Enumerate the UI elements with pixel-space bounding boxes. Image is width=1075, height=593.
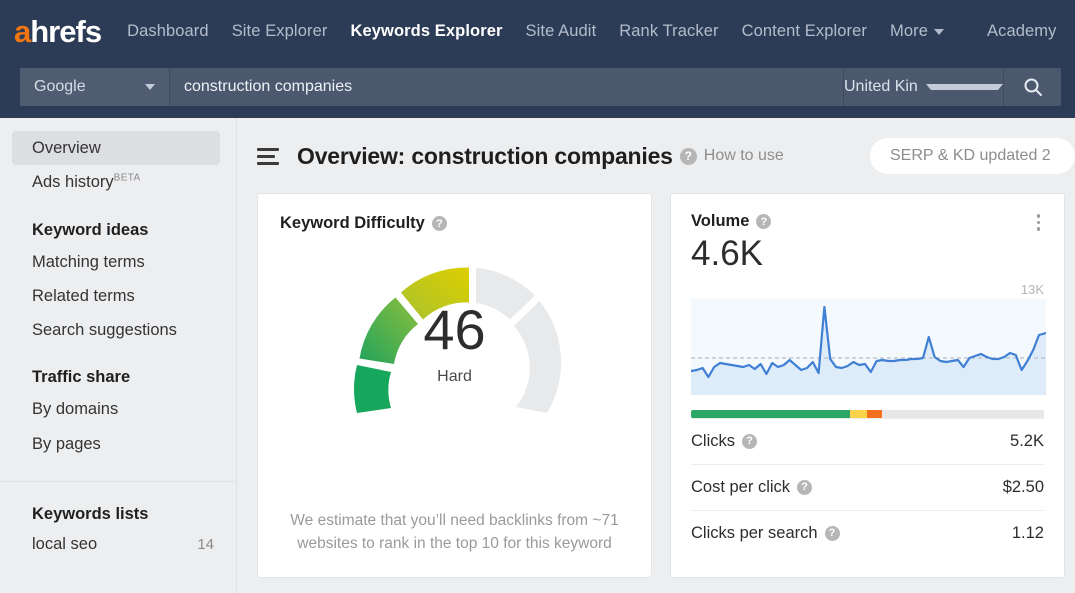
search-engine-label: Google <box>34 77 86 95</box>
search-row: Google construction companies United Kin… <box>0 63 1075 118</box>
chevron-down-icon <box>925 83 1003 90</box>
keyword-list-count: 14 <box>197 535 214 553</box>
keyword-difficulty-gauge: 46 Hard <box>280 245 629 420</box>
gauge-segment-1 <box>353 365 391 413</box>
help-icon[interactable]: ? <box>797 479 813 495</box>
search-engine-select[interactable]: Google <box>20 67 170 106</box>
gauge-segment-4 <box>475 267 535 320</box>
logo-text: hrefs <box>30 13 102 49</box>
metric-label-group: Clicks per search ? <box>691 524 847 543</box>
gauge-chart <box>353 267 561 413</box>
sidebar-item-by-domains[interactable]: By domains <box>12 392 220 426</box>
how-to-use-link[interactable]: How to use <box>704 147 784 165</box>
nav-item-rank-tracker[interactable]: Rank Tracker <box>619 22 718 41</box>
keyword-search-input[interactable]: construction companies <box>170 67 843 106</box>
metric-label: Clicks per search <box>691 523 818 542</box>
chevron-down-icon <box>934 28 945 35</box>
sidebar-item-local-seo[interactable]: local seo 14 <box>0 529 236 560</box>
keyword-list-name: local seo <box>32 534 98 553</box>
help-icon[interactable]: ? <box>742 433 757 449</box>
sidebar-item-label: Ads history <box>32 173 114 192</box>
nav-item-more[interactable]: More <box>890 22 945 41</box>
nav-item-site-explorer[interactable]: Site Explorer <box>232 22 328 41</box>
search-icon <box>1024 78 1042 96</box>
sidebar: Overview Ads historyBETA Keyword ideas M… <box>0 118 237 593</box>
sidebar-heading-keyword-ideas: Keyword ideas <box>32 220 149 239</box>
gauge-segment-3 <box>400 267 469 320</box>
metric-label-group: Cost per click ? <box>691 478 819 497</box>
search-button[interactable] <box>1003 67 1061 106</box>
clicks-distribution-bar <box>691 409 1044 418</box>
ahrefs-logo[interactable]: ahrefs <box>14 13 102 50</box>
volume-title: Volume ? <box>691 212 778 231</box>
sidebar-item-search-suggestions[interactable]: Search suggestions <box>12 313 220 347</box>
metric-row-cost-per-click: Cost per click ? $2.50 <box>691 463 1044 510</box>
page-title: Overview: construction companies <box>297 142 673 169</box>
sidebar-item-by-pages[interactable]: By pages <box>12 427 220 461</box>
metric-label: Cost per click <box>691 477 791 496</box>
metric-value: 5.2K <box>1010 431 1044 450</box>
gauge-segment-2 <box>359 297 418 364</box>
nav-item-academy[interactable]: Academy <box>987 22 1056 41</box>
metric-value: 1.12 <box>1011 523 1044 542</box>
page-header: Overview: construction companies ? How t… <box>257 134 1075 178</box>
nav-item-dashboard[interactable]: Dashboard <box>127 22 209 41</box>
volume-card-header: Volume ? 4.6K <box>691 212 1044 274</box>
sidebar-item-related-terms[interactable]: Related terms <box>12 279 220 313</box>
help-icon[interactable]: ? <box>824 525 840 541</box>
sidebar-item-ads-history[interactable]: Ads historyBETA <box>12 165 220 199</box>
clicks-bar-remaining <box>881 409 1044 418</box>
gauge-segment-5 <box>513 301 561 413</box>
metric-row-clicks-per-search: Clicks per search ? 1.12 <box>691 509 1044 556</box>
metric-row-clicks: Clicks ? 5.2K <box>691 417 1044 464</box>
card-title-label: Keyword Difficulty <box>280 214 425 232</box>
card-title-label: Volume <box>691 212 750 230</box>
sidebar-item-overview[interactable]: Overview <box>12 131 220 166</box>
nav-item-content-explorer[interactable]: Content Explorer <box>742 22 867 41</box>
sparkline-svg <box>689 298 1048 395</box>
beta-badge: BETA <box>113 172 141 184</box>
keyword-difficulty-title: Keyword Difficulty ? <box>280 214 629 233</box>
sidebar-item-matching-terms[interactable]: Matching terms <box>12 245 220 279</box>
metric-label: Clicks <box>691 431 735 450</box>
sidebar-heading-keywords-lists: Keywords lists <box>32 504 149 523</box>
page-body: Overview Ads historyBETA Keyword ideas M… <box>0 118 1075 593</box>
menu-hamburger-icon[interactable] <box>257 144 279 169</box>
cards-container: Keyword Difficulty ? 46 Hard We estimate… <box>257 193 1075 578</box>
search-bar: Google construction companies United Kin… <box>20 67 1061 106</box>
volume-axis-max-label: 13K <box>1020 281 1044 297</box>
metric-label-group: Clicks ? <box>691 432 764 451</box>
help-icon[interactable]: ? <box>431 216 447 231</box>
clicks-bar-both <box>867 409 882 418</box>
chevron-down-icon <box>145 83 155 90</box>
clicks-bar-paid <box>849 409 868 418</box>
logo-letter-a: a <box>14 13 31 49</box>
volume-sparkline-chart <box>689 298 1048 400</box>
sidebar-heading-traffic-share: Traffic share <box>32 368 131 387</box>
keyword-difficulty-note: We estimate that you’ll need backlinks f… <box>290 512 619 552</box>
clicks-bar-organic <box>691 409 850 418</box>
volume-value: 4.6K <box>691 234 763 273</box>
keyword-difficulty-card: Keyword Difficulty ? 46 Hard We estimate… <box>257 193 652 578</box>
country-select[interactable]: United Kingdom <box>843 67 1003 106</box>
nav-more-label: More <box>890 22 929 40</box>
nav-item-keywords-explorer[interactable]: Keywords Explorer <box>350 22 502 41</box>
main-content: Overview: construction companies ? How t… <box>237 118 1075 593</box>
country-label: United Kingdom <box>844 77 918 95</box>
serp-updated-badge: SERP & KD updated 2 <box>870 138 1075 174</box>
nav-item-site-audit[interactable]: Site Audit <box>526 22 597 41</box>
more-options-icon[interactable] <box>1033 212 1045 233</box>
help-icon[interactable]: ? <box>679 147 697 165</box>
metric-value: $2.50 <box>1002 477 1044 496</box>
top-navigation-bar: ahrefs Dashboard Site Explorer Keywords … <box>0 0 1075 63</box>
sidebar-divider <box>0 480 236 482</box>
volume-card: Volume ? 4.6K 13K Clicks ? 5.2K Cost per… <box>670 193 1065 578</box>
help-icon[interactable]: ? <box>756 214 772 229</box>
